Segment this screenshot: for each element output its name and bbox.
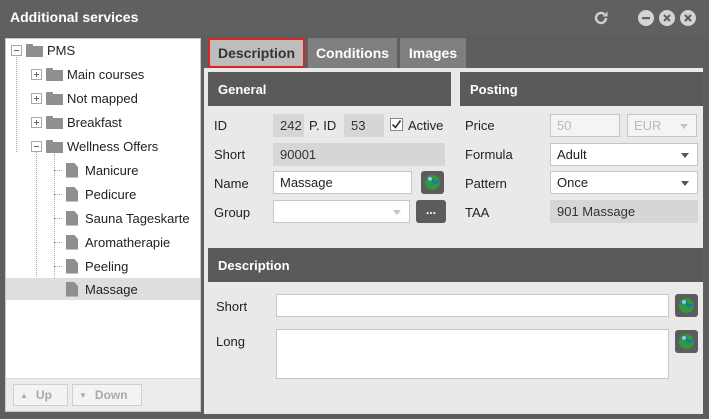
refresh-icon[interactable]	[591, 8, 611, 28]
group-select[interactable]	[273, 200, 410, 223]
taa-label: TAA	[465, 205, 490, 220]
tree-item-main-courses[interactable]: Main courses	[31, 63, 144, 85]
chevron-down-icon	[393, 210, 401, 215]
expand-icon[interactable]	[31, 92, 42, 104]
pid-field[interactable]: 53	[344, 114, 384, 137]
desc-long-textarea[interactable]	[276, 329, 669, 379]
active-label: Active	[408, 118, 444, 133]
tree-item-wellness-offers[interactable]: Wellness Offers	[31, 135, 158, 157]
formula-label: Formula	[465, 147, 513, 162]
title-bar: Additional services	[0, 0, 709, 36]
tab-bar: Description Conditions Images	[204, 36, 703, 68]
document-icon	[66, 162, 78, 178]
move-up-button[interactable]: ▲ Up	[13, 384, 68, 406]
short-field[interactable]: 90001	[273, 143, 445, 166]
close-icon[interactable]	[680, 10, 696, 26]
desc-long-label: Long	[216, 334, 245, 349]
name-input[interactable]: Massage	[273, 171, 412, 194]
document-icon	[66, 281, 78, 297]
arrow-down-icon: ▼	[79, 390, 87, 400]
translate-name-button[interactable]	[421, 171, 444, 194]
translate-long-button[interactable]	[675, 330, 698, 353]
folder-open-icon	[46, 139, 63, 153]
group-browse-button[interactable]: ...	[416, 200, 446, 223]
tab-images[interactable]: Images	[400, 38, 466, 68]
tree-item-manicure[interactable]: Manicure	[66, 159, 138, 181]
globe-icon	[425, 175, 440, 190]
globe-icon	[679, 298, 694, 313]
folder-icon	[46, 91, 63, 105]
checkmark-icon	[391, 120, 402, 129]
folder-icon	[46, 67, 63, 81]
move-down-button[interactable]: ▼ Down	[72, 384, 142, 406]
translate-short-button[interactable]	[675, 294, 698, 317]
taa-field[interactable]: 901 Massage	[550, 200, 698, 223]
collapse-icon[interactable]	[31, 140, 42, 152]
pattern-select[interactable]: Once	[550, 171, 698, 194]
general-header: General	[208, 72, 451, 106]
minimize-icon[interactable]	[638, 10, 654, 26]
currency-select[interactable]: EUR	[627, 114, 697, 137]
tree-item-peeling[interactable]: Peeling	[66, 255, 128, 277]
tab-description[interactable]: Description	[208, 38, 305, 68]
active-checkbox[interactable]	[390, 118, 403, 131]
tree-item-pedicure[interactable]: Pedicure	[66, 183, 136, 205]
name-label: Name	[214, 176, 249, 191]
tree-item-breakfast[interactable]: Breakfast	[31, 111, 122, 133]
maximize-icon[interactable]	[659, 10, 675, 26]
tree-item-aromatherapie[interactable]: Aromatherapie	[66, 231, 170, 253]
tree-panel: PMS Main courses Not mapped Breakfast We…	[5, 38, 201, 412]
folder-icon	[46, 115, 63, 129]
details-panel: Description Conditions Images General ID…	[204, 36, 703, 414]
collapse-icon[interactable]	[11, 44, 22, 56]
chevron-down-icon	[681, 153, 689, 158]
folder-open-icon	[26, 43, 43, 57]
additional-services-window: Additional services PMS Main courses Not…	[0, 0, 709, 419]
desc-short-input[interactable]	[276, 294, 669, 317]
arrow-up-icon: ▲	[20, 390, 28, 400]
document-icon	[66, 186, 78, 202]
document-icon	[66, 258, 78, 274]
tree-root-pms[interactable]: PMS	[11, 39, 75, 61]
formula-select[interactable]: Adult	[550, 143, 698, 166]
price-label: Price	[465, 118, 495, 133]
desc-short-label: Short	[216, 299, 248, 314]
pattern-label: Pattern	[465, 176, 507, 191]
globe-icon	[679, 334, 694, 349]
expand-icon[interactable]	[31, 116, 42, 128]
window-title: Additional services	[10, 9, 139, 25]
chevron-down-icon	[680, 124, 688, 129]
document-icon	[66, 234, 78, 250]
short-label: Short	[214, 147, 246, 162]
price-input[interactable]: 50	[550, 114, 620, 137]
tree-item-not-mapped[interactable]: Not mapped	[31, 87, 138, 109]
id-field[interactable]: 242	[273, 114, 304, 137]
tree-item-sauna-tageskarte[interactable]: Sauna Tageskarte	[66, 207, 190, 229]
id-label: ID	[214, 118, 227, 133]
tab-conditions[interactable]: Conditions	[308, 38, 397, 68]
expand-icon[interactable]	[31, 68, 42, 80]
group-label: Group	[214, 205, 251, 220]
document-icon	[66, 210, 78, 226]
description-header: Description	[208, 248, 703, 282]
tree-item-massage[interactable]: Massage	[6, 278, 200, 300]
pid-label: P. ID	[309, 118, 337, 133]
posting-header: Posting	[460, 72, 703, 106]
tree-toolbar: ▲ Up ▼ Down	[5, 378, 201, 412]
chevron-down-icon	[681, 181, 689, 186]
